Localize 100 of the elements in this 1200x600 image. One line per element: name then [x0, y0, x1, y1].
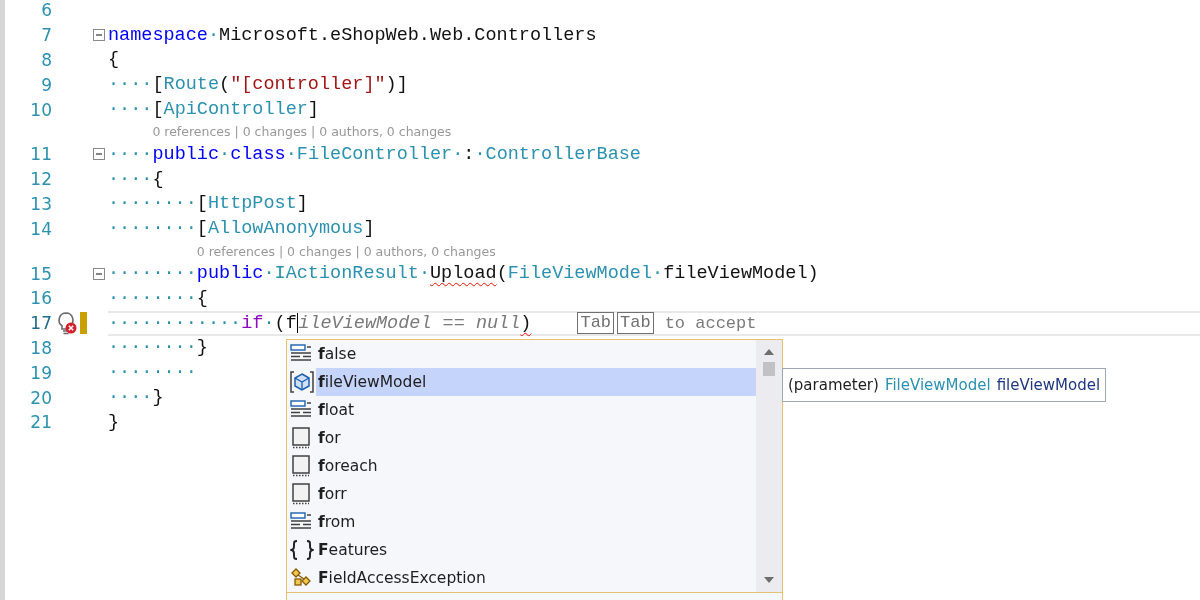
type-name-text: HttpPost: [207, 193, 297, 215]
type-name-text: ControllerBase: [485, 143, 641, 165]
code-text: ]: [307, 99, 319, 121]
code-text: [: [152, 99, 164, 121]
line-number: 8: [40, 50, 52, 70]
code-text: {: [108, 49, 120, 71]
code-text: (: [219, 74, 231, 96]
text-caret: [296, 313, 299, 334]
curly-braces-icon: [290, 538, 314, 562]
code-text: (: [274, 312, 286, 334]
code-text: {: [152, 168, 164, 190]
code-text: (: [496, 263, 508, 285]
whitespace-dots: ·: [474, 143, 486, 165]
line-number: 6: [40, 0, 52, 21]
whitespace-dots: ·: [452, 143, 464, 165]
scroll-thumb[interactable]: [763, 362, 775, 376]
typed-text: f: [285, 312, 297, 334]
line-number: 20: [29, 387, 52, 408]
code-text: fileViewModel: [663, 263, 808, 285]
code-text: }: [152, 387, 164, 409]
whitespace-dots: ········: [108, 337, 197, 359]
line-number: 12: [29, 169, 52, 190]
whitespace-dots: ········: [108, 193, 197, 215]
key-hint: Tab: [577, 312, 615, 335]
whitespace-dots: ····: [108, 74, 153, 96]
whitespace-dots: ····: [108, 387, 153, 409]
keyword-text: class: [230, 143, 286, 165]
line-number: 16: [29, 288, 52, 309]
string-literal: "[controller]": [230, 74, 386, 96]
type-name-text: ApiController: [163, 99, 308, 121]
completion-item[interactable]: from: [316, 508, 756, 536]
line-number: 21: [29, 412, 52, 433]
error-squiggle-text: Upload: [430, 263, 497, 285]
keyword-text: public: [196, 263, 264, 285]
scrollbar[interactable]: [756, 340, 782, 592]
line-number: 19: [29, 362, 52, 383]
keyword-text: if: [241, 312, 264, 334]
code-text: ]: [363, 218, 375, 240]
line-number: 17: [29, 313, 52, 334]
collapse-toggle-icon[interactable]: [93, 29, 105, 42]
type-name-text: IActionResult: [274, 263, 419, 285]
whitespace-dots: ············: [108, 312, 242, 334]
whitespace-dots: ·: [418, 263, 430, 285]
suggestion-ghost-text: ileViewModel == null: [298, 312, 521, 334]
whitespace-dots: ····: [108, 99, 153, 121]
collapse-toggle-icon[interactable]: [93, 267, 105, 280]
whitespace-dots: ·: [263, 312, 275, 334]
code-text: )]: [385, 74, 408, 96]
keyword-text: public: [152, 143, 220, 165]
parameter-name-text: fileViewModel: [996, 376, 1101, 394]
completion-item[interactable]: float: [316, 396, 756, 424]
line-number: 13: [29, 193, 52, 214]
completion-item[interactable]: for: [316, 424, 756, 452]
scroll-down-icon: [763, 576, 775, 584]
completion-item[interactable]: FieldAccessException: [316, 564, 756, 592]
whitespace-dots: ········: [108, 287, 197, 309]
code-text: [: [152, 74, 164, 96]
whitespace-dots: ····: [108, 143, 153, 165]
completion-item[interactable]: forr: [316, 480, 756, 508]
whitespace-dots: ········: [108, 263, 197, 285]
completion-item[interactable]: false: [316, 340, 756, 368]
whitespace-dots: ·: [219, 143, 231, 165]
scroll-up-icon: [763, 348, 775, 356]
whitespace-dots: ········: [108, 362, 197, 384]
code-text: Microsoft.eShopWeb.Web.Controllers: [219, 24, 597, 46]
type-name-text: FileViewModel: [507, 263, 653, 285]
code-text: [: [196, 193, 208, 215]
keyword-text: namespace: [108, 24, 208, 46]
line-number: 10: [29, 99, 52, 120]
type-name-text: Route: [163, 74, 220, 96]
line-number: 15: [29, 263, 52, 284]
code-text: [: [196, 218, 208, 240]
collapse-toggle-icon[interactable]: [93, 148, 105, 161]
type-name-text: AllowAnonymous: [207, 218, 364, 240]
tooltip-text: (parameter): [788, 376, 879, 394]
code-text: :: [463, 143, 475, 165]
type-name-text: FileController: [296, 143, 453, 165]
whitespace-dots: ·: [652, 263, 664, 285]
line-number: 7: [40, 25, 52, 46]
code-text: ): [807, 263, 819, 285]
code-text: {: [196, 287, 208, 309]
error-squiggle-text: ): [520, 312, 532, 334]
line-number: 9: [40, 74, 52, 95]
completion-item[interactable]: fileViewModel: [316, 368, 756, 396]
whitespace-dots: ·: [285, 143, 297, 165]
code-text: }: [196, 337, 208, 359]
line-number: 14: [29, 218, 52, 239]
completion-item[interactable]: foreach: [316, 452, 756, 480]
type-name-text: FileViewModel: [884, 376, 991, 394]
whitespace-dots: ········: [108, 218, 197, 240]
code-text: }: [108, 411, 120, 433]
whitespace-dots: ·: [207, 24, 220, 46]
whitespace-dots: ·: [263, 263, 275, 285]
whitespace-dots: ····: [108, 168, 153, 190]
code-text: ]: [296, 193, 308, 215]
parameter-icon: [290, 370, 314, 394]
accept-hint-text: to accept: [664, 313, 757, 333]
line-number: 11: [29, 144, 52, 165]
completion-item[interactable]: Features: [316, 536, 756, 564]
key-hint: Tab: [617, 312, 654, 335]
